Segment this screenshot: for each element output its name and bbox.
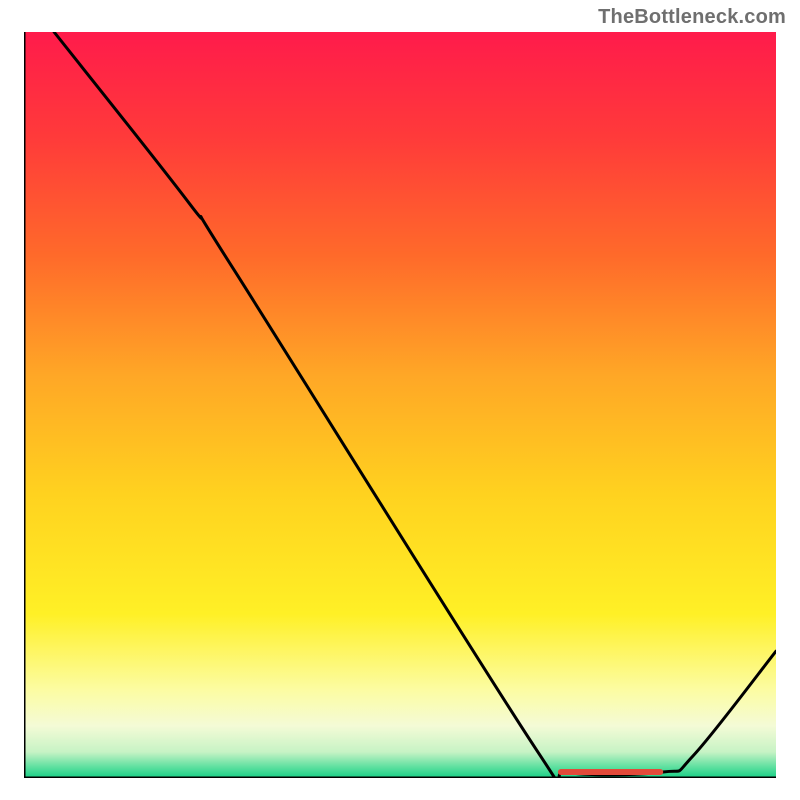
watermark-text: TheBottleneck.com bbox=[598, 6, 786, 29]
chart-svg bbox=[24, 32, 776, 778]
plot-frame bbox=[24, 32, 776, 778]
chart-stage: TheBottleneck.com bbox=[0, 0, 800, 800]
gradient-background bbox=[24, 32, 776, 778]
flat-segment-marker bbox=[558, 769, 663, 775]
